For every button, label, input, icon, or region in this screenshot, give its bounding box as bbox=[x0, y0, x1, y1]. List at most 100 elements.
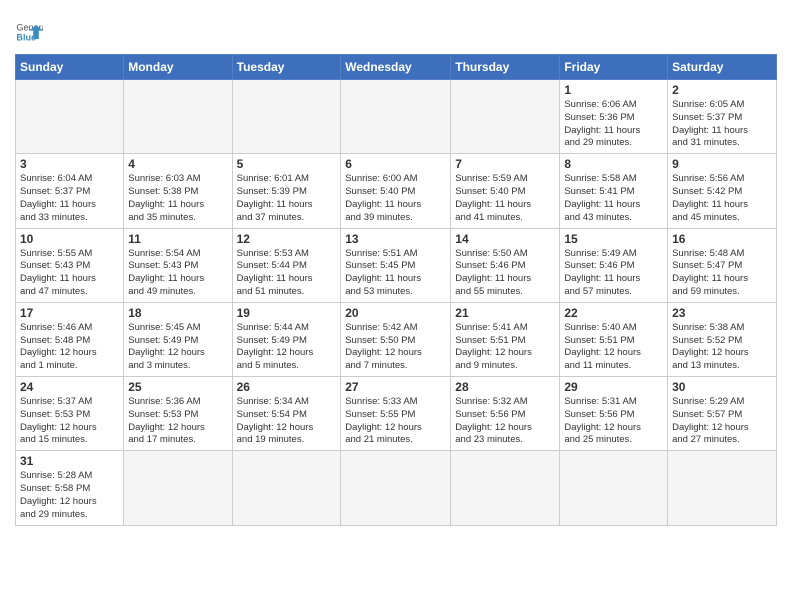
calendar-cell bbox=[560, 451, 668, 525]
day-number: 17 bbox=[20, 306, 119, 320]
day-number: 1 bbox=[564, 83, 663, 97]
weekday-header-tuesday: Tuesday bbox=[232, 55, 341, 80]
day-info: Sunrise: 5:37 AM Sunset: 5:53 PM Dayligh… bbox=[20, 396, 119, 447]
day-info: Sunrise: 5:38 AM Sunset: 5:52 PM Dayligh… bbox=[672, 322, 772, 373]
day-number: 23 bbox=[672, 306, 772, 320]
day-info: Sunrise: 5:55 AM Sunset: 5:43 PM Dayligh… bbox=[20, 248, 119, 299]
calendar-cell: 9 Sunrise: 5:56 AM Sunset: 5:42 PM Daylig… bbox=[668, 154, 777, 228]
day-number: 6 bbox=[345, 157, 446, 171]
calendar-cell: 14 Sunrise: 5:50 AM Sunset: 5:46 PM Dayli… bbox=[451, 228, 560, 302]
day-info: Sunrise: 5:31 AM Sunset: 5:56 PM Dayligh… bbox=[564, 396, 663, 447]
day-number: 13 bbox=[345, 232, 446, 246]
day-info: Sunrise: 5:54 AM Sunset: 5:43 PM Dayligh… bbox=[128, 248, 227, 299]
weekday-header-monday: Monday bbox=[124, 55, 232, 80]
day-number: 4 bbox=[128, 157, 227, 171]
day-info: Sunrise: 5:46 AM Sunset: 5:48 PM Dayligh… bbox=[20, 322, 119, 373]
svg-text:Blue: Blue bbox=[16, 32, 36, 42]
calendar-cell bbox=[341, 451, 451, 525]
calendar-cell: 8Sunrise: 5:58 AM Sunset: 5:41 PM Daylig… bbox=[560, 154, 668, 228]
calendar-cell: 22 Sunrise: 5:40 AM Sunset: 5:51 PM Dayli… bbox=[560, 302, 668, 376]
day-info: Sunrise: 5:29 AM Sunset: 5:57 PM Dayligh… bbox=[672, 396, 772, 447]
calendar-cell: 6Sunrise: 6:00 AM Sunset: 5:40 PM Daylig… bbox=[341, 154, 451, 228]
day-number: 8 bbox=[564, 157, 663, 171]
calendar-cell: 15 Sunrise: 5:49 AM Sunset: 5:46 PM Dayli… bbox=[560, 228, 668, 302]
day-number: 22 bbox=[564, 306, 663, 320]
day-number: 2 bbox=[672, 83, 772, 97]
calendar-cell: 24 Sunrise: 5:37 AM Sunset: 5:53 PM Dayli… bbox=[16, 377, 124, 451]
day-info: Sunrise: 5:28 AM Sunset: 5:58 PM Dayligh… bbox=[20, 470, 119, 521]
weekday-header-sunday: Sunday bbox=[16, 55, 124, 80]
calendar-cell: 31 Sunrise: 5:28 AM Sunset: 5:58 PM Dayli… bbox=[16, 451, 124, 525]
day-number: 18 bbox=[128, 306, 227, 320]
day-number: 21 bbox=[455, 306, 555, 320]
calendar-cell bbox=[341, 80, 451, 154]
day-number: 3 bbox=[20, 157, 119, 171]
calendar-cell: 28Sunrise: 5:32 AM Sunset: 5:56 PM Dayli… bbox=[451, 377, 560, 451]
day-number: 29 bbox=[564, 380, 663, 394]
calendar-cell bbox=[451, 80, 560, 154]
day-info: Sunrise: 5:36 AM Sunset: 5:53 PM Dayligh… bbox=[128, 396, 227, 447]
day-info: Sunrise: 6:05 AM Sunset: 5:37 PM Dayligh… bbox=[672, 99, 772, 150]
day-info: Sunrise: 5:42 AM Sunset: 5:50 PM Dayligh… bbox=[345, 322, 446, 373]
day-info: Sunrise: 5:49 AM Sunset: 5:46 PM Dayligh… bbox=[564, 248, 663, 299]
calendar-cell: 1 Sunrise: 6:06 AM Sunset: 5:36 PM Daylig… bbox=[560, 80, 668, 154]
calendar-cell: 10 Sunrise: 5:55 AM Sunset: 5:43 PM Dayli… bbox=[16, 228, 124, 302]
day-info: Sunrise: 5:40 AM Sunset: 5:51 PM Dayligh… bbox=[564, 322, 663, 373]
weekday-header-friday: Friday bbox=[560, 55, 668, 80]
day-info: Sunrise: 6:04 AM Sunset: 5:37 PM Dayligh… bbox=[20, 173, 119, 224]
calendar-cell: 7Sunrise: 5:59 AM Sunset: 5:40 PM Daylig… bbox=[451, 154, 560, 228]
day-info: Sunrise: 5:44 AM Sunset: 5:49 PM Dayligh… bbox=[237, 322, 337, 373]
calendar-cell: 3 Sunrise: 6:04 AM Sunset: 5:37 PM Daylig… bbox=[16, 154, 124, 228]
day-info: Sunrise: 5:34 AM Sunset: 5:54 PM Dayligh… bbox=[237, 396, 337, 447]
day-info: Sunrise: 5:45 AM Sunset: 5:49 PM Dayligh… bbox=[128, 322, 227, 373]
day-info: Sunrise: 5:41 AM Sunset: 5:51 PM Dayligh… bbox=[455, 322, 555, 373]
calendar-cell: 2 Sunrise: 6:05 AM Sunset: 5:37 PM Daylig… bbox=[668, 80, 777, 154]
day-info: Sunrise: 6:03 AM Sunset: 5:38 PM Dayligh… bbox=[128, 173, 227, 224]
calendar-cell bbox=[124, 80, 232, 154]
day-number: 12 bbox=[237, 232, 337, 246]
day-number: 11 bbox=[128, 232, 227, 246]
day-number: 9 bbox=[672, 157, 772, 171]
day-number: 19 bbox=[237, 306, 337, 320]
day-info: Sunrise: 5:51 AM Sunset: 5:45 PM Dayligh… bbox=[345, 248, 446, 299]
day-info: Sunrise: 5:50 AM Sunset: 5:46 PM Dayligh… bbox=[455, 248, 555, 299]
day-number: 28 bbox=[455, 380, 555, 394]
calendar-cell: 18 Sunrise: 5:45 AM Sunset: 5:49 PM Dayli… bbox=[124, 302, 232, 376]
calendar-cell: 26Sunrise: 5:34 AM Sunset: 5:54 PM Dayli… bbox=[232, 377, 341, 451]
day-number: 20 bbox=[345, 306, 446, 320]
weekday-header-saturday: Saturday bbox=[668, 55, 777, 80]
calendar-cell: 21 Sunrise: 5:41 AM Sunset: 5:51 PM Dayli… bbox=[451, 302, 560, 376]
calendar: SundayMondayTuesdayWednesdayThursdayFrid… bbox=[15, 54, 777, 526]
day-number: 7 bbox=[455, 157, 555, 171]
calendar-cell: 17 Sunrise: 5:46 AM Sunset: 5:48 PM Dayli… bbox=[16, 302, 124, 376]
calendar-cell bbox=[668, 451, 777, 525]
calendar-cell: 4 Sunrise: 6:03 AM Sunset: 5:38 PM Daylig… bbox=[124, 154, 232, 228]
calendar-cell: 27Sunrise: 5:33 AM Sunset: 5:55 PM Dayli… bbox=[341, 377, 451, 451]
calendar-cell: 11 Sunrise: 5:54 AM Sunset: 5:43 PM Dayli… bbox=[124, 228, 232, 302]
logo: General Blue bbox=[15, 18, 25, 46]
day-info: Sunrise: 5:56 AM Sunset: 5:42 PM Dayligh… bbox=[672, 173, 772, 224]
calendar-cell: 13 Sunrise: 5:51 AM Sunset: 5:45 PM Dayli… bbox=[341, 228, 451, 302]
day-number: 10 bbox=[20, 232, 119, 246]
day-number: 24 bbox=[20, 380, 119, 394]
calendar-cell bbox=[451, 451, 560, 525]
calendar-cell: 30 Sunrise: 5:29 AM Sunset: 5:57 PM Dayli… bbox=[668, 377, 777, 451]
day-info: Sunrise: 5:53 AM Sunset: 5:44 PM Dayligh… bbox=[237, 248, 337, 299]
day-number: 27 bbox=[345, 380, 446, 394]
day-number: 31 bbox=[20, 454, 119, 468]
calendar-cell: 12 Sunrise: 5:53 AM Sunset: 5:44 PM Dayli… bbox=[232, 228, 341, 302]
day-number: 30 bbox=[672, 380, 772, 394]
calendar-cell: 19 Sunrise: 5:44 AM Sunset: 5:49 PM Dayli… bbox=[232, 302, 341, 376]
day-number: 25 bbox=[128, 380, 227, 394]
weekday-header-thursday: Thursday bbox=[451, 55, 560, 80]
calendar-cell: 25 Sunrise: 5:36 AM Sunset: 5:53 PM Dayli… bbox=[124, 377, 232, 451]
day-number: 5 bbox=[237, 157, 337, 171]
calendar-cell bbox=[124, 451, 232, 525]
day-number: 14 bbox=[455, 232, 555, 246]
day-info: Sunrise: 5:48 AM Sunset: 5:47 PM Dayligh… bbox=[672, 248, 772, 299]
day-number: 15 bbox=[564, 232, 663, 246]
day-info: Sunrise: 6:06 AM Sunset: 5:36 PM Dayligh… bbox=[564, 99, 663, 150]
calendar-cell: 16Sunrise: 5:48 AM Sunset: 5:47 PM Dayli… bbox=[668, 228, 777, 302]
calendar-cell bbox=[16, 80, 124, 154]
calendar-cell: 23 Sunrise: 5:38 AM Sunset: 5:52 PM Dayli… bbox=[668, 302, 777, 376]
